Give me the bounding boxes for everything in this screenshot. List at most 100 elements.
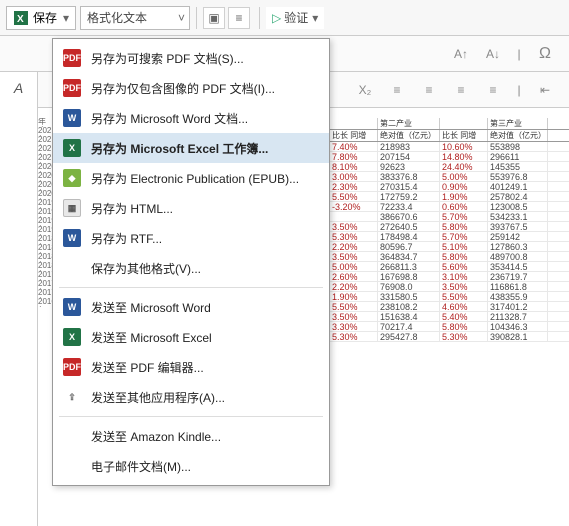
image-icon[interactable]: ▣: [203, 7, 225, 29]
save-label: 保存: [33, 9, 57, 26]
menu-item-icon: W: [63, 298, 81, 316]
left-rail: A: [0, 72, 38, 526]
table-row: 8.10%9262324.40%145355: [330, 162, 569, 172]
table-row: 7.80%20715414.80%296611: [330, 152, 569, 162]
table-row: 2.20%76908.03.50%116861.8: [330, 282, 569, 292]
align-left-icon[interactable]: ≡: [383, 78, 411, 102]
excel-icon: X: [13, 10, 29, 26]
year-cell: 2017年: [38, 289, 52, 298]
year-column: 年度2021年2021年2021年2021年2020年2020年2020年202…: [38, 118, 52, 307]
menu-item[interactable]: X 另存为 Microsoft Excel 工作簿...: [53, 133, 329, 163]
table-row: 3.50%272640.55.80%393767.5: [330, 222, 569, 232]
table-row: 3.50%151638.45.40%211328.7: [330, 312, 569, 322]
table-row: 5.30%295427.85.30%390828.1: [330, 332, 569, 342]
save-as-menu: PDF 另存为可搜索 PDF 文档(S)... PDF 另存为仅包含图像的 PDF 文…: [52, 38, 330, 486]
menu-item-icon: PDF: [63, 79, 81, 97]
menu-item[interactable]: 发送至 Amazon Kindle...: [53, 421, 329, 451]
table-header: 比长 同增 绝对值（亿元） 比长 同增 绝对值（亿元）: [330, 130, 569, 142]
table-row: 5.50%238108.24.60%317401.2: [330, 302, 569, 312]
year-cell: 2018年: [38, 262, 52, 271]
year-cell: 2018年: [38, 244, 52, 253]
table-row: 3.00%383376.85.00%553976.8: [330, 172, 569, 182]
menu-item-icon: [63, 457, 81, 475]
menu-item[interactable]: 保存为其他格式(V)...: [53, 253, 329, 283]
subscript-icon[interactable]: X₂: [351, 78, 379, 102]
year-cell: 2020年: [38, 163, 52, 172]
menu-item-icon: PDF: [63, 49, 81, 67]
align-center-icon[interactable]: ≡: [415, 78, 443, 102]
menu-item[interactable]: ◆另存为 Electronic Publication (EPUB)...: [53, 163, 329, 193]
menu-item[interactable]: W另存为 Microsoft Word 文档...: [53, 103, 329, 133]
indent-icon[interactable]: ⇤: [531, 78, 559, 102]
separator: |: [511, 78, 527, 102]
menu-item-icon: W: [63, 229, 81, 247]
menu-item-icon: W: [63, 109, 81, 127]
align-right-icon[interactable]: ≡: [447, 78, 475, 102]
table-row: 1.90%331580.55.50%438355.9: [330, 292, 569, 302]
year-cell: 2017年: [38, 280, 52, 289]
align-icon[interactable]: ≡: [228, 7, 250, 29]
menu-item[interactable]: W 另存为 RTF...: [53, 223, 329, 253]
menu-item[interactable]: PDF 另存为可搜索 PDF 文档(S)...: [53, 43, 329, 73]
table-row: -3.20%72233.40.60%123008.5: [330, 202, 569, 212]
table-row: 5.50%172759.21.90%257802.4: [330, 192, 569, 202]
chevron-down-icon: ▾: [312, 11, 318, 25]
menu-item-icon: [63, 427, 81, 445]
year-cell: 2019年: [38, 199, 52, 208]
separator: |: [511, 42, 527, 66]
table-row: 2.30%270315.40.90%401249.1: [330, 182, 569, 192]
menu-item[interactable]: PDF 另存为仅包含图像的 PDF 文档(I)...: [53, 73, 329, 103]
svg-text:X: X: [17, 14, 24, 25]
year-cell: 2019年: [38, 217, 52, 226]
verify-button[interactable]: ▷验证▾: [266, 7, 324, 29]
menu-separator: [59, 287, 323, 288]
format-select[interactable]: 格式化文本: [80, 6, 190, 30]
menu-item[interactable]: ⇪发送至其他应用程序(A)...: [53, 382, 329, 412]
menu-item[interactable]: X发送至 Microsoft Excel: [53, 322, 329, 352]
table-row: 3.50%364834.75.80%489700.8: [330, 252, 569, 262]
menu-item-icon: ◆: [63, 169, 81, 187]
font-up-icon[interactable]: A↑: [447, 42, 475, 66]
table-row: 386670.65.70%534233.1: [330, 212, 569, 222]
justify-icon[interactable]: ≡: [479, 78, 507, 102]
omega-icon[interactable]: Ω: [531, 42, 559, 66]
table-row: 2.60%167698.83.10%236719.7: [330, 272, 569, 282]
table-group-header: 第二产业第三产业: [330, 118, 569, 130]
year-cell: 2020年: [38, 181, 52, 190]
separator: [259, 7, 260, 29]
year-cell: 2021年: [38, 136, 52, 145]
chevron-down-icon: ▾: [63, 11, 69, 25]
year-cell: 2016年: [38, 298, 52, 307]
menu-item-icon: X: [63, 328, 81, 346]
year-cell: 2021年: [38, 154, 52, 163]
menu-item[interactable]: PDF 发送至 PDF 编辑器...: [53, 352, 329, 382]
data-table: 第二产业第三产业 比长 同增 绝对值（亿元） 比长 同增 绝对值（亿元） 7.4…: [330, 118, 569, 342]
menu-item-label: 另存为 RTF...: [91, 230, 319, 247]
year-cell: 2019年: [38, 208, 52, 217]
menu-item-label: 另存为可搜索 PDF 文档(S)...: [91, 50, 319, 67]
menu-item[interactable]: 电子邮件文档(M)...: [53, 451, 329, 481]
year-cell: 2020年: [38, 172, 52, 181]
save-button[interactable]: X 保存 ▾: [6, 6, 76, 30]
menu-item[interactable]: W 发送至 Microsoft Word: [53, 292, 329, 322]
table-row: 3.30%70217.45.80%104346.3: [330, 322, 569, 332]
menu-item-label: 保存为其他格式(V)...: [91, 260, 319, 277]
year-cell: 2017年: [38, 271, 52, 280]
menu-item-label: 另存为仅包含图像的 PDF 文档(I)...: [91, 80, 319, 97]
check-icon: ▷: [272, 11, 281, 25]
menu-item-icon: ▦: [63, 199, 81, 217]
menu-item-icon: ⇪: [63, 388, 81, 406]
menu-separator: [59, 416, 323, 417]
menu-item-icon: PDF: [63, 358, 81, 376]
menu-item-label: 另存为 Microsoft Excel 工作簿...: [91, 140, 319, 157]
menu-item-label: 发送至 Amazon Kindle...: [91, 428, 319, 445]
table-row: 2.20%80596.75.10%127860.3: [330, 242, 569, 252]
menu-item-icon: [63, 259, 81, 277]
menu-item-icon: X: [63, 139, 81, 157]
menu-item-label: 发送至 Microsoft Word: [91, 299, 319, 316]
menu-item-label: 发送至 PDF 编辑器...: [91, 359, 319, 376]
table-row: 5.30%178498.45.70%259142: [330, 232, 569, 242]
menu-item[interactable]: ▦另存为 HTML...: [53, 193, 329, 223]
font-down-icon[interactable]: A↓: [479, 42, 507, 66]
year-cell: 2018年: [38, 235, 52, 244]
